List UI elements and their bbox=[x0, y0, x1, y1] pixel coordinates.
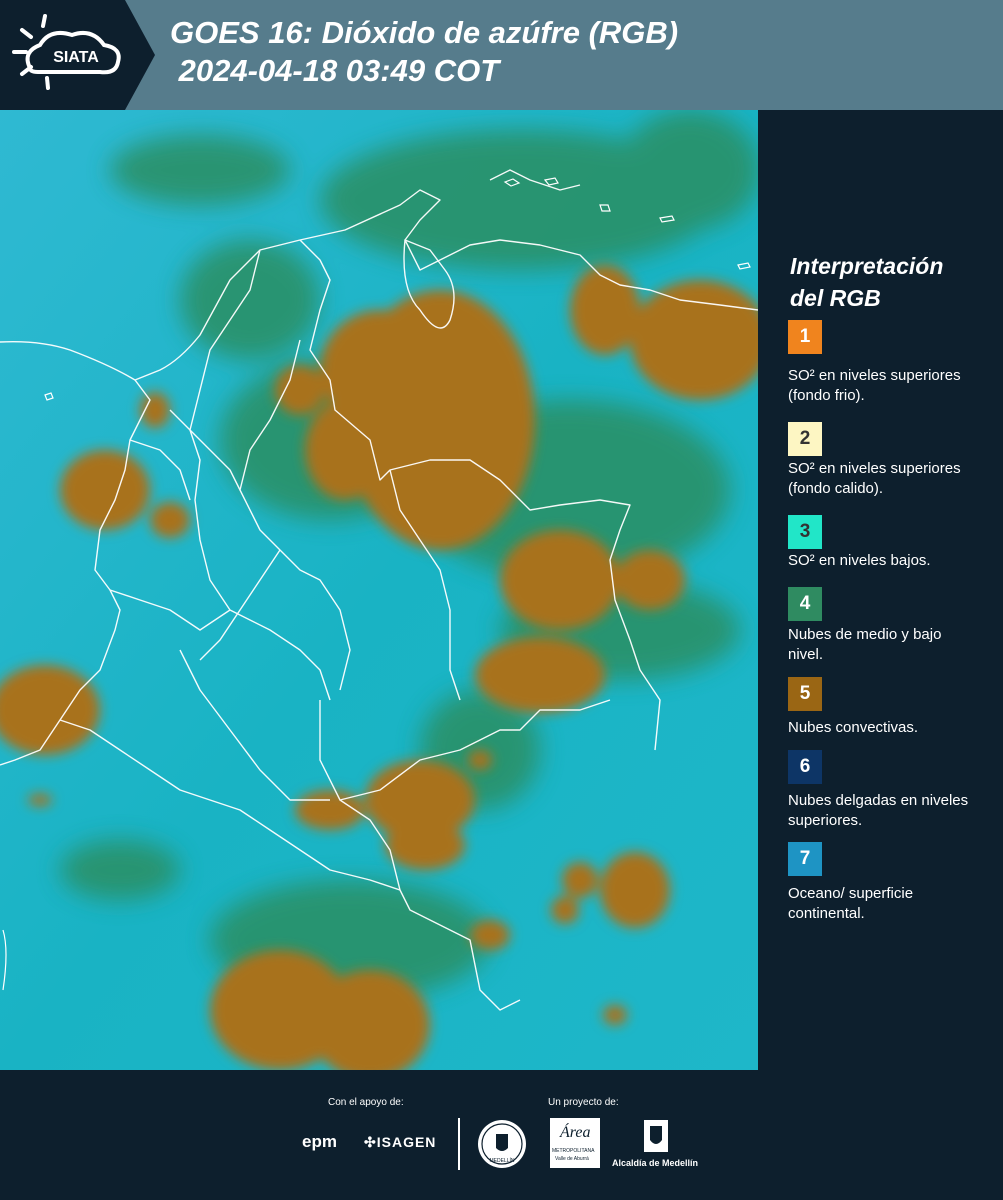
area-sub-label-2: Valle de Aburrá bbox=[555, 1156, 589, 1162]
legend-text-3: SO² en niveles bajos. bbox=[788, 552, 931, 569]
legend-panel: Interpretación del RGB 1 SO² en niveles s… bbox=[760, 110, 1003, 1070]
footer-divider bbox=[458, 1118, 460, 1170]
header-bar: SIATA GOES 16: Dióxido de azúfre (RGB) 2… bbox=[0, 0, 1003, 110]
isagen-mark-icon: ✣ bbox=[364, 1134, 377, 1150]
legend-text-6: Nubes delgadas en niveles superiores. bbox=[788, 792, 969, 829]
sun-cloud-icon: SIATA bbox=[12, 14, 121, 90]
legend-swatch-6: 6 bbox=[788, 750, 822, 784]
alcaldia-label: Alcaldía de Medellín bbox=[612, 1158, 699, 1168]
legend-text-7: Oceano/ superficie continental. bbox=[788, 885, 914, 922]
medellin-seal-icon: MEDELLÍN bbox=[478, 1120, 526, 1168]
isagen-logo: ✣ISAGEN bbox=[364, 1134, 436, 1151]
legend-swatch-1: 1 bbox=[788, 320, 822, 354]
area-sub-label: METROPOLITANA bbox=[552, 1148, 595, 1154]
legend-text-1: SO² en niveles superiores (fondo frio). bbox=[788, 367, 961, 404]
area-label: Área bbox=[560, 1124, 591, 1141]
legend-text-4: Nubes de medio y bajo nivel. bbox=[788, 626, 942, 663]
legend-title-line-2: del RGB bbox=[790, 285, 881, 311]
seal-label: MEDELLÍN bbox=[489, 1157, 514, 1164]
legend-text-5: Nubes convectivas. bbox=[788, 719, 919, 736]
legend-text-2: SO² en niveles superiores (fondo calido)… bbox=[788, 460, 961, 497]
legend-swatch-7: 7 bbox=[788, 842, 822, 876]
epm-logo: epm bbox=[302, 1132, 337, 1151]
support-label: Con el apoyo de: bbox=[328, 1097, 404, 1108]
siata-logo: SIATA bbox=[0, 0, 155, 110]
legend-swatch-5: 5 bbox=[788, 677, 822, 711]
legend-title: Interpretación del RGB bbox=[790, 250, 943, 314]
project-label: Un proyecto de: bbox=[548, 1097, 619, 1108]
title-line-1: GOES 16: Dióxido de azúfre (RGB) bbox=[170, 15, 679, 50]
logo-label: SIATA bbox=[53, 49, 99, 66]
page-title: GOES 16: Dióxido de azúfre (RGB) 2024-04… bbox=[170, 14, 678, 90]
medellin-coat-of-arms-icon bbox=[644, 1120, 668, 1152]
title-line-2: 2024-04-18 03:49 COT bbox=[170, 53, 500, 88]
isagen-label: ISAGEN bbox=[376, 1134, 437, 1150]
satellite-map bbox=[0, 110, 758, 1070]
area-metropolitana-logo: Área METROPOLITANA Valle de Aburrá bbox=[550, 1118, 600, 1168]
legend-title-line-1: Interpretación bbox=[790, 253, 944, 279]
footer-bar: Con el apoyo de: Un proyecto de: epm ✣IS… bbox=[0, 1070, 1003, 1200]
legend-swatch-4: 4 bbox=[788, 587, 822, 621]
satellite-image bbox=[0, 110, 758, 1070]
legend-swatch-2: 2 bbox=[788, 422, 822, 456]
legend-swatch-3: 3 bbox=[788, 515, 822, 549]
